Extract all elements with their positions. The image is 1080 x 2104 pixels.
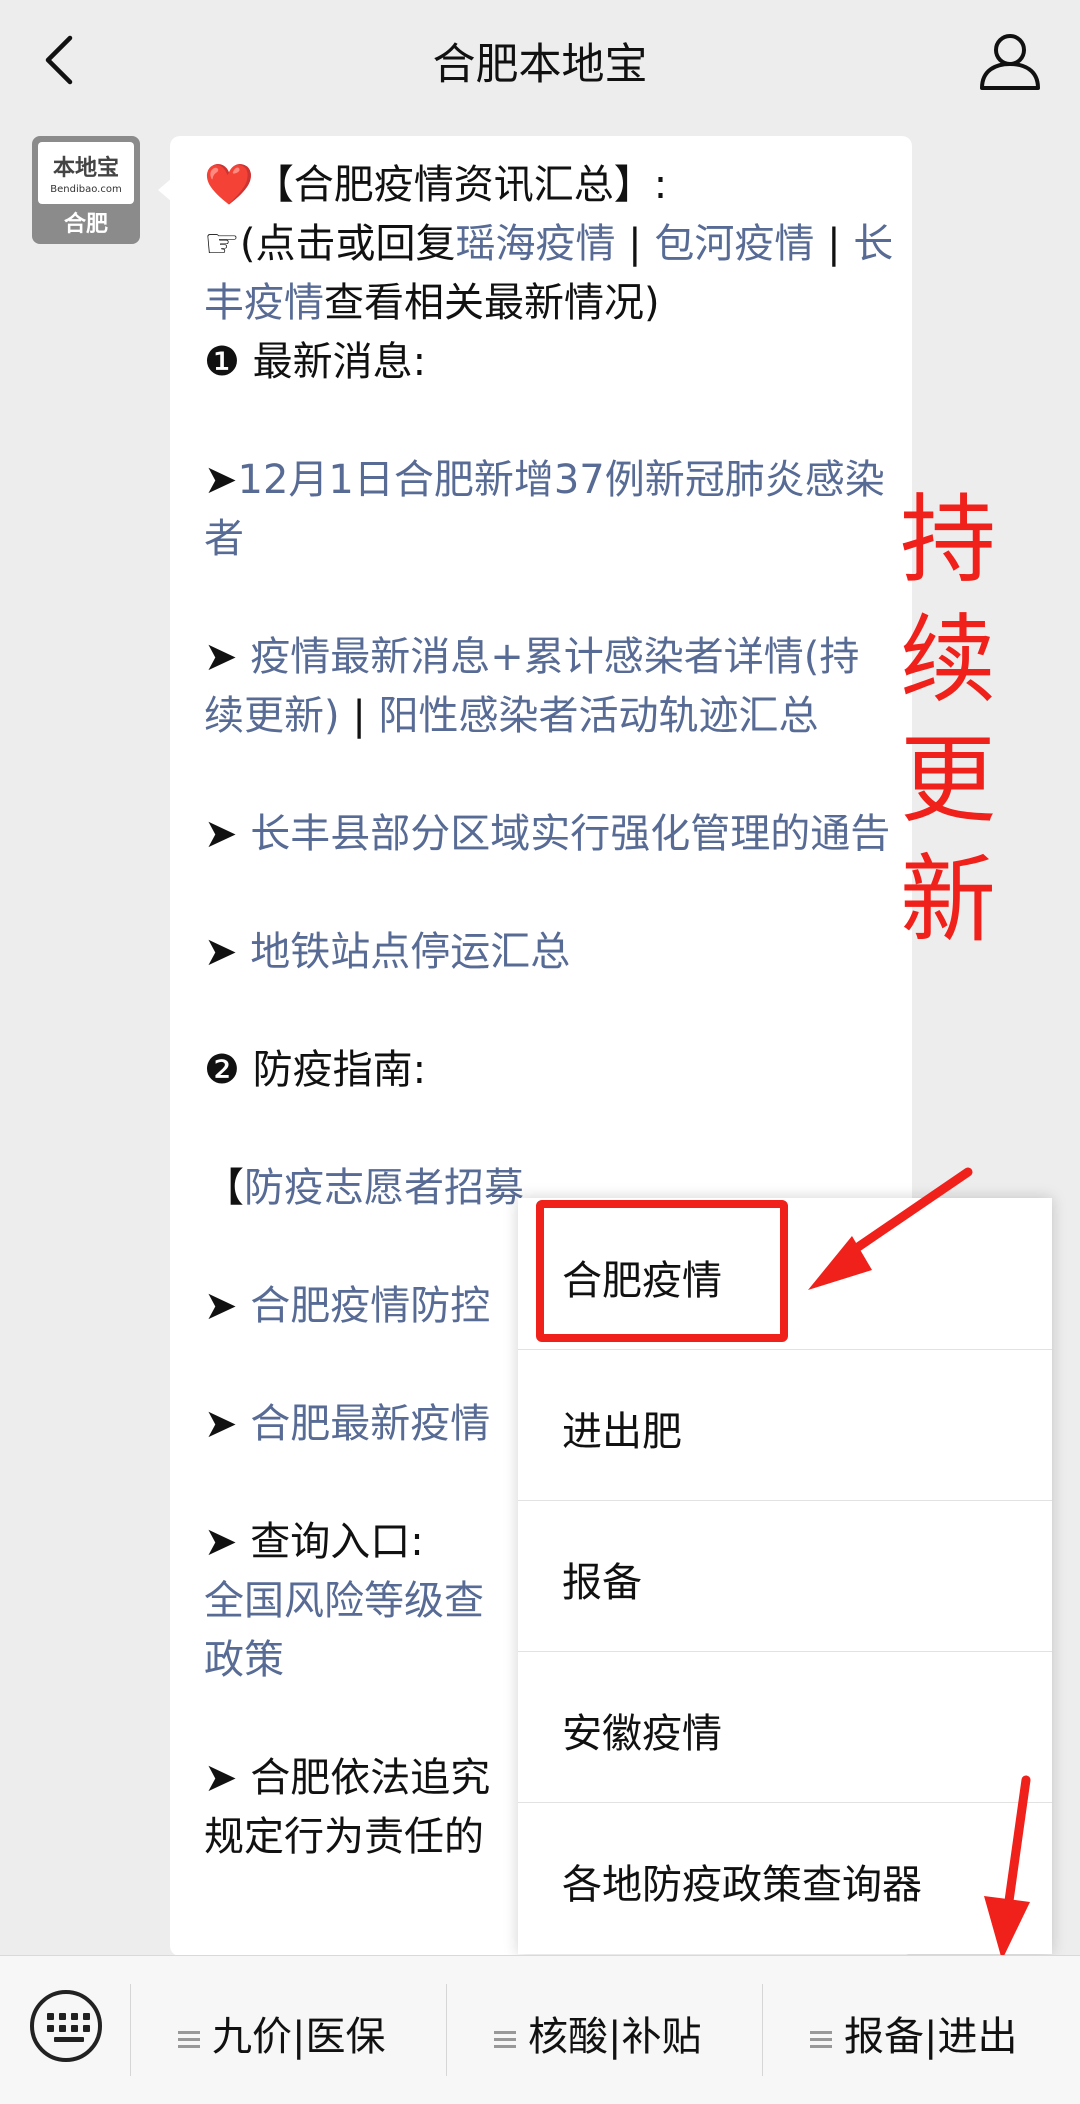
menu-item-policy-query[interactable]: 各地防疫政策查询器 [518, 1802, 1052, 1953]
link-separator: | [339, 693, 379, 739]
section-2-title: ❷ 防疫指南: [204, 1047, 427, 1093]
menu-lines-icon [494, 2027, 516, 2052]
news-item-2: ➤ 疫情最新消息+累计感染者详情(持续更新) | 阳性感染者活动轨迹汇总 [204, 628, 894, 746]
news-item-3: ➤ 长丰县部分区域实行强化管理的通告 [204, 805, 894, 864]
menu-item-label: 报备 [562, 1560, 642, 1606]
section-1-title: ❶ 最新消息: [204, 339, 427, 385]
avatar-city-text: 合肥 [63, 212, 108, 237]
arrow-icon: ➤ [204, 457, 238, 503]
user-profile-icon[interactable] [976, 26, 1044, 94]
message-hint-line: ☞(点击或回复瑶海疫情 | 包河疫情 | 长丰疫情查看相关最新情况) [204, 215, 894, 333]
tab-label: 核酸|补贴 [528, 2014, 702, 2060]
menu-item-label: 进出肥 [562, 1409, 682, 1455]
arrow-icon: ➤ [204, 1283, 238, 1329]
avatar-url-text: Bendibao.com [50, 184, 122, 195]
news-link-1[interactable]: 12月1日合肥新增37例新冠肺炎感染者 [204, 457, 885, 562]
link-baohe[interactable]: 包河疫情 [654, 221, 814, 267]
pointing-hand-icon: ☞ [204, 221, 240, 267]
arrow-icon: ➤ [204, 929, 238, 975]
news-link-2b[interactable]: 阳性感染者活动轨迹汇总 [379, 693, 819, 739]
bracket-text: 【 [204, 1165, 244, 1211]
tab-report-enter-exit[interactable]: 报备|进出 [810, 2004, 1017, 2064]
volunteer-link[interactable]: 防疫志愿者招募 [244, 1165, 524, 1211]
message-heading: 【合肥疫情资讯汇总】: [253, 162, 668, 208]
arrow-icon: ➤ [204, 1755, 238, 1801]
news-link-4[interactable]: 地铁站点停运汇总 [250, 929, 570, 975]
menu-item-report[interactable]: 报备 [518, 1500, 1052, 1652]
annotation-continuous-update: 持 续 更 新 [900, 480, 996, 960]
annotation-char: 新 [900, 844, 996, 956]
tab-nucleic-subsidy[interactable]: 核酸|补贴 [494, 2004, 701, 2064]
menu-lines-icon [178, 2027, 200, 2052]
annotation-char: 持 [900, 484, 996, 596]
arrow-icon: ➤ [204, 1519, 238, 1565]
highlight-box-menu-item [536, 1200, 788, 1342]
bottom-divider [130, 1984, 131, 2076]
avatar-logo-panel: 本地宝 Bendibao.com [38, 142, 134, 204]
hint-text-close: 查看相关最新情况) [324, 280, 660, 326]
news-item-4: ➤ 地铁站点停运汇总 [204, 923, 894, 982]
menu-item-label: 安徽疫情 [562, 1711, 722, 1757]
bottom-menu-bar: 九价|医保 核酸|补贴 报备|进出 [0, 1955, 1080, 2104]
news-link-3[interactable]: 长丰县部分区域实行强化管理的通告 [250, 811, 890, 857]
guide-link-2[interactable]: 合肥最新疫情 [250, 1401, 490, 1447]
arrow-icon: ➤ [204, 634, 238, 680]
news-item-1: ➤12月1日合肥新增37例新冠肺炎感染者 [204, 451, 894, 569]
avatar-logo-text: 本地宝 [52, 155, 119, 181]
link-separator: | [615, 221, 655, 267]
arrow-icon: ➤ [204, 811, 238, 857]
arrow-icon: ➤ [204, 1401, 238, 1447]
link-separator: | [814, 221, 854, 267]
annotation-char: 更 [900, 724, 996, 836]
official-account-avatar[interactable]: 本地宝 Bendibao.com 合肥 [32, 136, 140, 244]
query-label: 查询入口: [250, 1519, 424, 1565]
link-yaohai[interactable]: 瑶海疫情 [455, 221, 615, 267]
top-bar: 合肥本地宝 [0, 0, 1080, 120]
menu-lines-icon [810, 2027, 832, 2052]
bottom-divider [446, 1984, 447, 2076]
menu-item-label: 各地防疫政策查询器 [562, 1862, 922, 1908]
tab-label: 九价|医保 [212, 2014, 386, 2060]
page-title: 合肥本地宝 [432, 40, 648, 90]
tab-vaccine-insurance[interactable]: 九价|医保 [178, 2004, 385, 2064]
heart-icon: ❤️ [204, 162, 254, 208]
hint-text: (点击或回复 [239, 221, 456, 267]
legal-text: 合肥依法追究 [250, 1755, 491, 1801]
keyboard-icon[interactable] [30, 1990, 102, 2062]
guide-link-1[interactable]: 合肥疫情防控 [250, 1283, 490, 1329]
menu-item-anhui-epidemic[interactable]: 安徽疫情 [518, 1651, 1052, 1803]
tab-label: 报备|进出 [844, 2014, 1018, 2060]
bottom-divider [762, 1984, 763, 2076]
menu-item-enter-exit-hefei[interactable]: 进出肥 [518, 1349, 1052, 1501]
message-heading-line: ❤️【合肥疫情资讯汇总】: [204, 156, 894, 215]
annotation-char: 续 [900, 604, 996, 716]
